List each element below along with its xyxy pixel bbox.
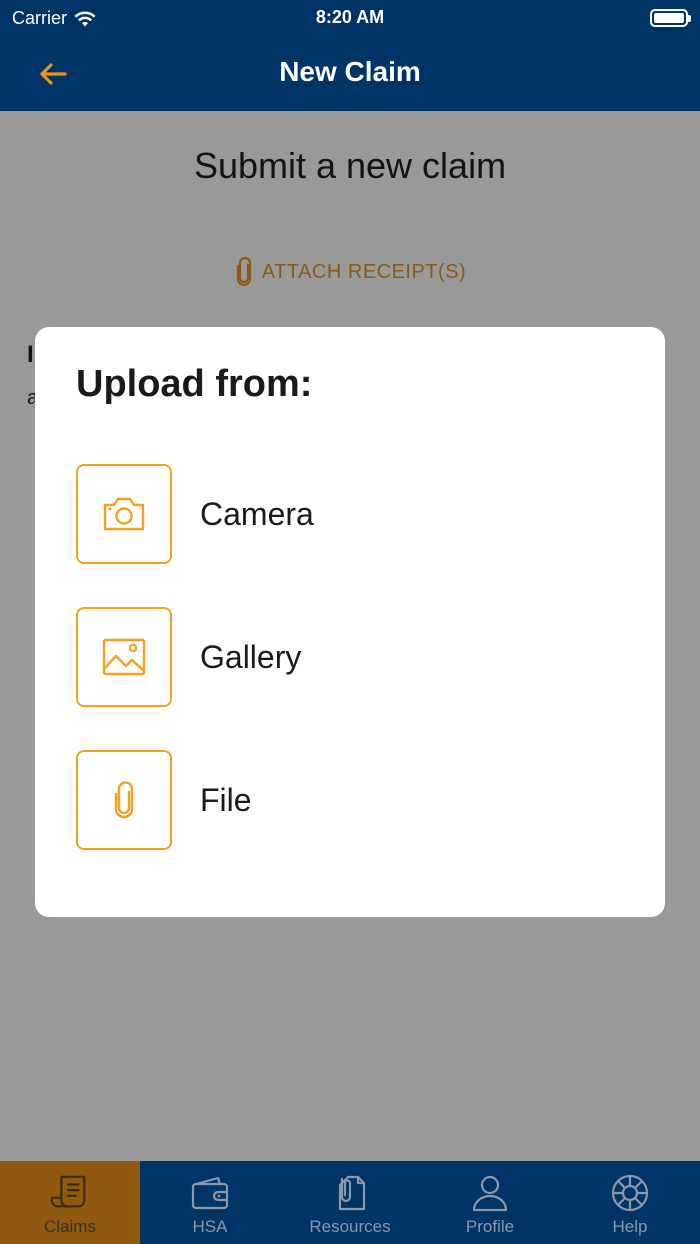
tab-help[interactable]: Help xyxy=(560,1161,700,1244)
person-icon xyxy=(470,1173,510,1213)
tab-claims-label: Claims xyxy=(44,1217,96,1236)
upload-file-option[interactable]: File xyxy=(76,750,596,850)
file-option-box xyxy=(76,750,172,850)
tab-claims[interactable]: Claims xyxy=(0,1161,140,1244)
tab-resources-label: Resources xyxy=(309,1217,391,1236)
tab-help-label: Help xyxy=(612,1217,648,1236)
upload-gallery-option[interactable]: Gallery xyxy=(76,607,596,707)
status-bar: Carrier 8:20 AM xyxy=(0,0,700,36)
documents-icon xyxy=(330,1173,370,1213)
page-title: New Claim xyxy=(279,56,421,87)
tab-resources[interactable]: Resources xyxy=(280,1161,420,1244)
status-time: 8:20 AM xyxy=(315,7,385,27)
nav-bar: New Claim xyxy=(0,36,700,111)
camera-option-label: Camera xyxy=(200,495,314,532)
wallet-icon xyxy=(190,1173,230,1213)
tab-hsa-label: HSA xyxy=(192,1217,228,1236)
camera-icon xyxy=(103,497,145,531)
upload-source-dialog: Upload from: Camera Gallery File xyxy=(35,327,665,917)
file-option-label: File xyxy=(200,781,252,818)
tab-profile[interactable]: Profile xyxy=(420,1161,560,1244)
dialog-title: Upload from: xyxy=(76,363,313,405)
app-header: Carrier 8:20 AM New Claim xyxy=(0,0,700,111)
tab-profile-label: Profile xyxy=(465,1217,515,1236)
upload-camera-option[interactable]: Camera xyxy=(76,464,596,564)
gallery-option-box xyxy=(76,607,172,707)
paperclip-icon xyxy=(114,781,134,819)
gallery-option-label: Gallery xyxy=(200,638,302,675)
tab-hsa[interactable]: HSA xyxy=(140,1161,280,1244)
battery-icon xyxy=(650,9,691,27)
camera-option-box xyxy=(76,464,172,564)
receipt-icon xyxy=(50,1173,90,1213)
lifebuoy-icon xyxy=(610,1173,650,1213)
image-icon xyxy=(102,638,146,676)
bottom-tab-bar: Claims HSA Resources Profile Help xyxy=(0,1161,700,1244)
